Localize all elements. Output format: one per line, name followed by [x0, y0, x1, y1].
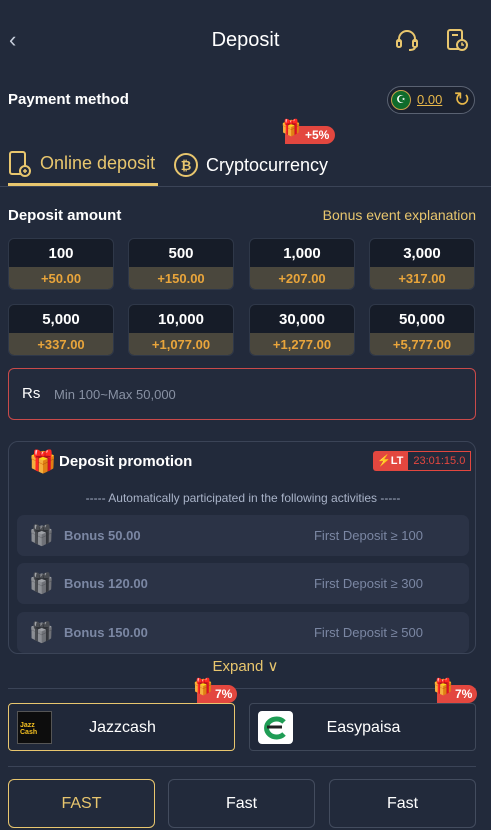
lt-badge: ⚡LT — [373, 451, 408, 471]
expand-button[interactable]: Expand ∨ — [0, 657, 491, 675]
deposit-screen: ‹ Deposit Payment method ☪ 0.00 ↻ 🎁 +5% … — [0, 0, 491, 830]
amount-option[interactable]: 100 +50.00 — [8, 238, 114, 290]
channel-badge: 🎁 7% — [433, 679, 478, 703]
gift-icon: 🎁 — [193, 679, 213, 696]
promotion-timer: ⚡LT 23:01:15.0 — [373, 451, 472, 471]
gift-icon: 🎁 — [29, 622, 54, 644]
speed-option[interactable]: Fast — [168, 779, 315, 828]
header: ‹ Deposit — [0, 0, 491, 78]
amount-option[interactable]: 10,000 +1,077.00 — [128, 304, 234, 356]
gift-icon: 🎁 — [433, 679, 453, 696]
promotion-row: 🎁 Bonus 50.00 First Deposit ≥ 100 — [17, 515, 469, 556]
speed-option[interactable]: FAST — [8, 779, 155, 828]
channel-easypaisa[interactable]: Easypaisa — [249, 703, 476, 751]
currency-prefix: Rs — [22, 385, 41, 402]
divider — [8, 688, 476, 689]
speed-option[interactable]: Fast — [329, 779, 476, 828]
phone-deposit-icon — [9, 150, 31, 177]
lightning-icon: ⚡ — [377, 455, 391, 467]
amount-option[interactable]: 3,000 +317.00 — [369, 238, 475, 290]
gift-icon: 🎁 — [29, 449, 57, 474]
amount-placeholder: Min 100~Max 50,000 — [54, 387, 176, 402]
promotion-row: 🎁 Bonus 150.00 First Deposit ≥ 500 — [17, 612, 469, 653]
amount-input[interactable]: Rs Min 100~Max 50,000 — [8, 368, 476, 420]
amount-option[interactable]: 50,000 +5,777.00 — [369, 304, 475, 356]
pakistan-flag-icon: ☪ — [391, 90, 411, 110]
tab-label: Online deposit — [40, 153, 156, 173]
tab-cryptocurrency[interactable]: ₿ Cryptocurrency — [173, 144, 328, 186]
record-clock-icon[interactable] — [444, 27, 470, 53]
amount-option[interactable]: 30,000 +1,277.00 — [249, 304, 355, 356]
gift-icon: 🎁 — [281, 120, 301, 137]
tab-online-deposit[interactable]: Online deposit — [8, 144, 158, 186]
promotion-row: 🎁 Bonus 120.00 First Deposit ≥ 300 — [17, 563, 469, 604]
deposit-amount-label: Deposit amount — [8, 207, 122, 224]
bitcoin-icon: ₿ — [174, 153, 198, 177]
tab-label: Cryptocurrency — [206, 154, 329, 175]
amount-option[interactable]: 5,000 +337.00 — [8, 304, 114, 356]
deposit-promotion-panel: 🎁 Deposit promotion ⚡LT 23:01:15.0 -----… — [8, 441, 476, 654]
channel-jazzcash[interactable]: Jazz Cash Jazzcash — [8, 703, 235, 751]
tab-divider — [0, 186, 491, 187]
amount-option[interactable]: 1,000 +207.00 — [249, 238, 355, 290]
gift-icon: 🎁 — [29, 573, 54, 595]
channel-label: Jazzcash — [89, 719, 156, 736]
amount-option[interactable]: 500 +150.00 — [128, 238, 234, 290]
promotion-title: Deposit promotion — [59, 453, 193, 470]
crypto-bonus-badge: 🎁 +5% — [281, 120, 336, 144]
countdown: 23:01:15.0 — [407, 451, 472, 471]
refresh-icon[interactable]: ↻ — [451, 89, 473, 111]
divider — [8, 766, 476, 767]
chevron-down-icon: ∨ — [267, 658, 279, 675]
balance-pill: ☪ 0.00 ↻ — [387, 86, 475, 114]
promotion-note: ----- Automatically participated in the … — [85, 491, 401, 505]
payment-method-label: Payment method — [8, 91, 129, 108]
balance-value[interactable]: 0.00 — [417, 92, 442, 107]
channel-label: Easypaisa — [326, 719, 401, 736]
gift-icon: 🎁 — [29, 525, 54, 547]
channel-badge: 🎁 7% — [193, 679, 238, 703]
bonus-event-link[interactable]: Bonus event explanation — [323, 207, 476, 223]
svg-text:₿: ₿ — [181, 159, 192, 174]
headset-icon[interactable] — [394, 27, 420, 53]
